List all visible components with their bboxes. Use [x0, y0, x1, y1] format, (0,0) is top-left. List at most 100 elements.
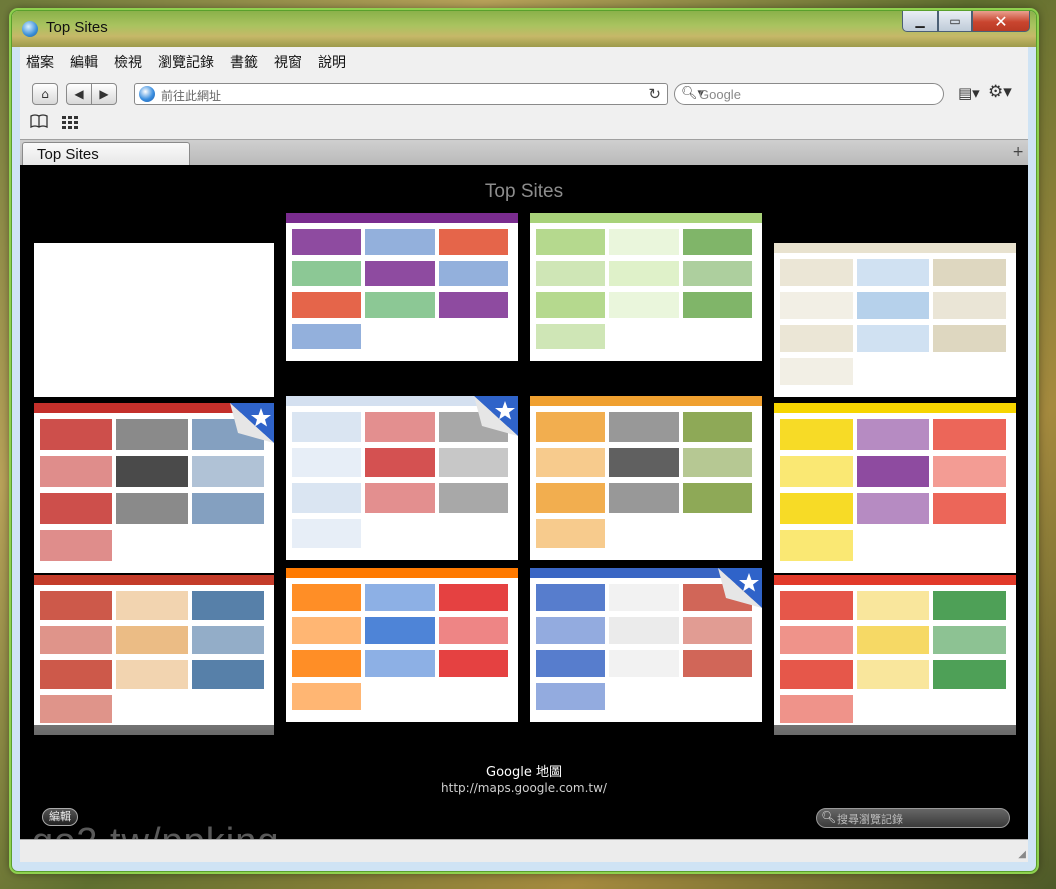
thumbnail-block: [536, 447, 606, 477]
thumbnail-block: [682, 447, 752, 477]
back-button[interactable]: ◀: [66, 83, 92, 105]
history-search-field[interactable]: 🔍︎ 搜尋瀏覽記錄: [816, 808, 1010, 828]
menu-help[interactable]: 說明: [318, 52, 346, 72]
close-button[interactable]: ✕: [972, 11, 1030, 32]
site-thumbnail-yahoo-auction[interactable]: [774, 403, 1016, 573]
reload-icon[interactable]: ↻: [648, 85, 661, 103]
top-sites-grid-icon[interactable]: [62, 114, 78, 133]
thumbnail-block: [365, 584, 435, 611]
home-button[interactable]: ⌂: [32, 83, 58, 105]
thumbnail-block: [856, 325, 930, 352]
site-thumbnail-yahoo-kimo[interactable]: [286, 213, 518, 361]
thumbnail-block: [933, 493, 1006, 524]
site-thumbnail-shopping[interactable]: [286, 568, 518, 722]
tab-top-sites[interactable]: Top Sites: [22, 142, 190, 166]
thumbnail-header: [286, 568, 518, 578]
menu-view[interactable]: 檢視: [114, 52, 142, 72]
resize-grip-icon[interactable]: ◢: [1018, 849, 1026, 860]
site-thumbnail-green-blog[interactable]: [530, 213, 762, 361]
title-bar[interactable]: Top Sites ▁ ▭ ✕: [12, 11, 1036, 47]
tab-bar: Top Sites +: [20, 139, 1028, 166]
new-site-star-icon: [474, 396, 518, 436]
thumbnail-block: [682, 412, 752, 442]
thumbnail-block: [682, 650, 752, 677]
thumbnail-block: [292, 260, 362, 286]
thumbnail-block: [682, 292, 752, 318]
thumbnail-block: [438, 260, 508, 286]
site-thumbnail-liberty-times[interactable]: [34, 575, 274, 735]
thumbnail-header: [774, 575, 1016, 585]
thumbnail-block: [365, 260, 435, 286]
thumbnail-block: [116, 591, 188, 620]
menu-edit[interactable]: 編輯: [70, 52, 98, 72]
thumbnail-block: [192, 625, 264, 654]
menu-bookmarks[interactable]: 書籤: [230, 52, 258, 72]
selected-site-url: http://maps.google.com.tw/: [441, 781, 607, 795]
new-site-star-icon: [230, 403, 274, 443]
address-bar[interactable]: 前往此網址 ↻: [134, 83, 668, 105]
thumbnail-block: [292, 447, 362, 477]
thumbnail-block: [292, 617, 362, 644]
search-placeholder: Google: [699, 87, 741, 102]
site-thumbnail-wikipedia-zh[interactable]: [286, 396, 518, 560]
site-thumbnail-forum[interactable]: [530, 396, 762, 560]
thumbnail-block: [856, 456, 930, 487]
site-thumbnail-google-maps[interactable]: [774, 243, 1016, 397]
search-icon: 🔍︎: [821, 810, 837, 824]
forward-button[interactable]: ▶: [91, 83, 117, 105]
menu-history[interactable]: 瀏覽記錄: [158, 52, 214, 72]
thumbnail-block: [116, 419, 188, 450]
thumbnail-block: [933, 625, 1006, 654]
new-tab-button[interactable]: +: [1012, 144, 1024, 160]
maximize-button[interactable]: ▭: [938, 11, 972, 32]
globe-icon: [139, 86, 155, 102]
tab-label: Top Sites: [37, 146, 99, 163]
thumbnail-block: [40, 625, 112, 654]
site-thumbnail-youtube[interactable]: [34, 403, 274, 573]
minimize-button[interactable]: ▁: [902, 11, 938, 32]
thumbnail-block: [365, 229, 435, 255]
show-bookmarks-icon[interactable]: [30, 114, 48, 132]
thumbnail-block: [438, 650, 508, 677]
thumbnail-block: [856, 591, 930, 620]
thumbnail-block: [609, 447, 679, 477]
menu-file[interactable]: 檔案: [26, 52, 54, 72]
back-arrow-icon: ◀: [74, 87, 84, 101]
address-placeholder: 前往此網址: [161, 89, 222, 103]
thumbnail-block: [609, 617, 679, 644]
settings-gear-icon[interactable]: ⚙▾: [988, 82, 1012, 102]
thumbnail-block: [780, 591, 853, 620]
thumbnail-block: [780, 493, 853, 524]
thumbnail-block: [780, 660, 853, 689]
top-sites-view: Top Sites Google 地圖 http://maps.google.c…: [20, 165, 1028, 839]
site-thumbnail-pchome[interactable]: [774, 575, 1016, 735]
thumbnail-block: [780, 625, 853, 654]
thumbnail-block: [292, 412, 362, 442]
thumbnail-block: [780, 325, 853, 352]
thumbnail-header: [774, 403, 1016, 413]
site-thumbnail-blank[interactable]: [34, 243, 274, 397]
thumbnail-block: [933, 419, 1006, 450]
thumbnail-block: [856, 660, 930, 689]
thumbnail-block: [682, 229, 752, 255]
thumbnail-block: [192, 493, 264, 524]
thumbnail-block: [856, 419, 930, 450]
thumbnail-block: [116, 493, 188, 524]
menu-window[interactable]: 視窗: [274, 52, 302, 72]
thumbnail-block: [609, 584, 679, 611]
site-thumbnail-google-news[interactable]: [530, 568, 762, 722]
thumbnail-block: [40, 530, 112, 561]
thumbnail-block: [536, 518, 606, 548]
thumbnail-block: [536, 584, 606, 611]
search-field[interactable]: 🔍︎▾ Google: [674, 83, 944, 105]
thumbnail-block: [536, 617, 606, 644]
new-site-star-icon: [718, 568, 762, 608]
page-menu-icon[interactable]: ▤▾: [958, 84, 980, 102]
thumbnail-block: [365, 292, 435, 318]
thumbnail-block: [933, 591, 1006, 620]
thumbnail-block: [292, 229, 362, 255]
thumbnail-block: [192, 660, 264, 689]
watermark-text: go2.tw/ppking: [32, 821, 280, 839]
thumbnail-header: [774, 243, 1016, 253]
thumbnail-block: [365, 412, 435, 442]
